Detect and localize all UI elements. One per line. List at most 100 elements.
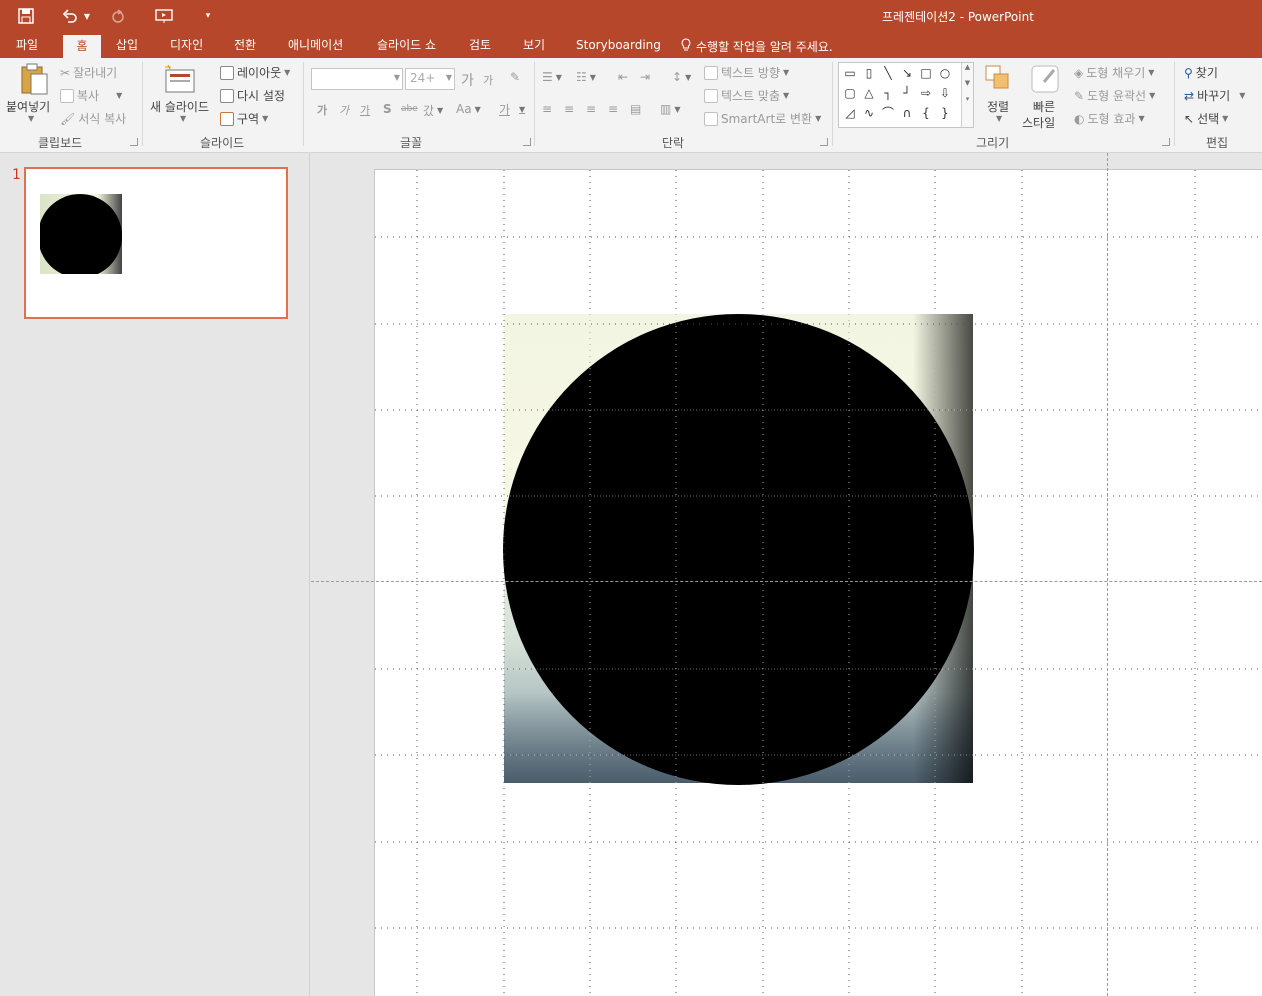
arc-shape-icon[interactable]: ⌒ [879, 105, 897, 121]
cut-button[interactable]: ✂ 잘라내기 [60, 64, 117, 81]
align-right-icon[interactable]: ≡ [586, 102, 596, 116]
paste-label[interactable]: 붙여넣기 [6, 98, 50, 115]
font-launcher-icon[interactable] [523, 138, 531, 146]
bold-button[interactable]: 가 [317, 102, 327, 118]
new-slide-icon[interactable] [164, 64, 196, 94]
tab-review[interactable]: 검토 [469, 36, 491, 58]
justify-icon[interactable]: ≡ [608, 102, 618, 116]
start-from-beginning-icon[interactable] [152, 4, 176, 28]
new-slide-dropdown-icon[interactable]: ▼ [180, 114, 186, 123]
undo-icon[interactable] [58, 4, 82, 28]
clear-formatting-icon[interactable]: ✎ [510, 70, 520, 84]
quick-styles-label-2[interactable]: 스타일 [1022, 114, 1055, 131]
triangle-shape-icon[interactable]: △ [860, 85, 878, 101]
quick-styles-label-1[interactable]: 빠른 [1033, 98, 1055, 115]
undo-dropdown-icon[interactable]: ▼ [82, 4, 92, 28]
elbow-arrow-shape-icon[interactable]: ┘ [898, 85, 916, 101]
increase-indent-icon[interactable]: ⇥ [640, 70, 650, 84]
paragraph-launcher-icon[interactable] [820, 138, 828, 146]
italic-button[interactable]: 가 [339, 102, 349, 118]
right-arrow-shape-icon[interactable]: ⇨ [917, 85, 935, 101]
shape-outline-button[interactable]: ✎ 도형 윤곽선 ▼ [1074, 87, 1155, 104]
line-spacing-icon[interactable]: ↕ ▼ [672, 70, 691, 84]
strikethrough-button[interactable]: abe [401, 104, 418, 114]
character-spacing-button[interactable]: 갔 ▼ [423, 102, 443, 119]
decrease-indent-icon[interactable]: ⇤ [618, 70, 628, 84]
arrange-dropdown-icon[interactable]: ▼ [996, 114, 1002, 123]
freeform-shape-icon[interactable]: ◿ [841, 105, 859, 121]
bullets-icon[interactable]: ☰ ▼ [542, 70, 562, 84]
customize-qat-icon[interactable]: ▾ [200, 4, 216, 28]
align-center-icon[interactable]: ≡ [564, 102, 574, 116]
arrange-icon[interactable] [984, 64, 1012, 92]
reset-button[interactable]: 다시 설정 [220, 87, 285, 104]
shrink-font-button[interactable]: 가 [483, 72, 493, 88]
slide-thumbnail[interactable] [24, 167, 288, 319]
align-text-button[interactable]: 텍스트 맞춤 ▼ [704, 87, 789, 104]
shape-effects-button[interactable]: ◐ 도형 효과 ▼ [1074, 110, 1145, 127]
distribute-icon[interactable]: ▤ [630, 102, 641, 116]
replace-button[interactable]: ⇄ 바꾸기 ▼ [1184, 87, 1245, 104]
vertical-guide[interactable] [1107, 153, 1108, 996]
shapes-gallery[interactable]: ▭ ▯ ╲ ↘ □ ○ ▢ △ ┐ ┘ ⇨ ⇩ ◿ ∿ ⌒ ∩ { } ▲ ▼ ▾ [838, 62, 974, 128]
arrange-button[interactable]: 정렬 [987, 98, 1009, 115]
font-name-combo[interactable]: ▼ [311, 68, 403, 90]
right-brace-shape-icon[interactable]: } [936, 105, 954, 121]
left-brace-shape-icon[interactable]: { [917, 105, 935, 121]
align-left-icon[interactable]: ≡ [542, 102, 552, 116]
scribble-shape-icon[interactable]: ∿ [860, 105, 878, 121]
black-circle-shape[interactable] [503, 314, 974, 785]
shadow-button[interactable]: S [383, 102, 392, 116]
curve-shape-icon[interactable]: ∩ [898, 105, 916, 121]
arrow-line-shape-icon[interactable]: ↘ [898, 65, 916, 81]
down-arrow-shape-icon[interactable]: ⇩ [936, 85, 954, 101]
slide-picture[interactable] [503, 314, 974, 785]
tab-transitions[interactable]: 전환 [234, 36, 256, 58]
convert-smartart-button[interactable]: SmartArt로 변환 ▼ [704, 110, 821, 127]
underline-button[interactable]: 가 [360, 102, 370, 118]
clipboard-launcher-icon[interactable] [130, 138, 138, 146]
copy-button[interactable]: 복사 ▼ [60, 87, 122, 104]
oval-shape-icon[interactable]: ○ [936, 65, 954, 81]
redo-icon[interactable] [106, 4, 130, 28]
columns-icon[interactable]: ▥ ▼ [660, 102, 681, 116]
tab-insert[interactable]: 삽입 [116, 36, 138, 58]
paste-dropdown-icon[interactable]: ▼ [28, 114, 34, 123]
new-slide-button[interactable]: 새 슬라이드 [150, 98, 209, 115]
change-case-button[interactable]: Aa ▼ [456, 102, 481, 116]
vertical-textbox-shape-icon[interactable]: ▯ [860, 65, 878, 81]
save-icon[interactable] [14, 4, 38, 28]
numbering-icon[interactable]: ☷ ▼ [576, 70, 596, 84]
gallery-scrollbar[interactable]: ▲ ▼ ▾ [961, 63, 973, 127]
tab-view[interactable]: 보기 [523, 36, 545, 58]
font-color-button[interactable]: 가 ▼ [499, 101, 525, 118]
paste-button[interactable] [14, 62, 54, 96]
text-direction-button[interactable]: 텍스트 방향 ▼ [704, 64, 789, 81]
rectangle-shape-icon[interactable]: □ [917, 65, 935, 81]
select-button[interactable]: ↖ 선택 ▼ [1184, 110, 1228, 127]
line-shape-icon[interactable]: ╲ [879, 65, 897, 81]
paste-icon [21, 63, 48, 95]
drawing-launcher-icon[interactable] [1162, 138, 1170, 146]
find-button[interactable]: ⚲ 찾기 [1184, 64, 1218, 81]
slide-canvas[interactable] [374, 169, 1262, 996]
tab-slideshow[interactable]: 슬라이드 쇼 [377, 36, 436, 58]
tab-home[interactable]: 홈 [63, 35, 101, 58]
tab-storyboarding[interactable]: Storyboarding [576, 36, 661, 58]
format-painter-button[interactable]: 🖌 서식 복사 [60, 110, 126, 127]
tell-me-box[interactable]: 수행할 작업을 알려 주세요. [680, 38, 833, 55]
tab-design[interactable]: 디자인 [170, 36, 203, 58]
tab-animations[interactable]: 애니메이션 [288, 36, 343, 58]
quick-styles-icon[interactable] [1030, 64, 1060, 94]
shape-fill-button[interactable]: ◈ 도형 채우기 ▼ [1074, 64, 1154, 81]
section-button[interactable]: 구역 ▼ [220, 110, 268, 127]
layout-button[interactable]: 레이아웃 ▼ [220, 64, 290, 81]
tab-file[interactable]: 파일 [16, 36, 38, 58]
textbox-shape-icon[interactable]: ▭ [841, 65, 859, 81]
font-size-combo[interactable]: 24+ ▼ [405, 68, 455, 90]
elbow-connector-shape-icon[interactable]: ┐ [879, 85, 897, 101]
rounded-rectangle-shape-icon[interactable]: ▢ [841, 85, 859, 101]
grow-font-button[interactable]: 가 [461, 70, 474, 90]
replace-icon: ⇄ [1184, 88, 1195, 103]
horizontal-guide[interactable] [311, 581, 1262, 582]
